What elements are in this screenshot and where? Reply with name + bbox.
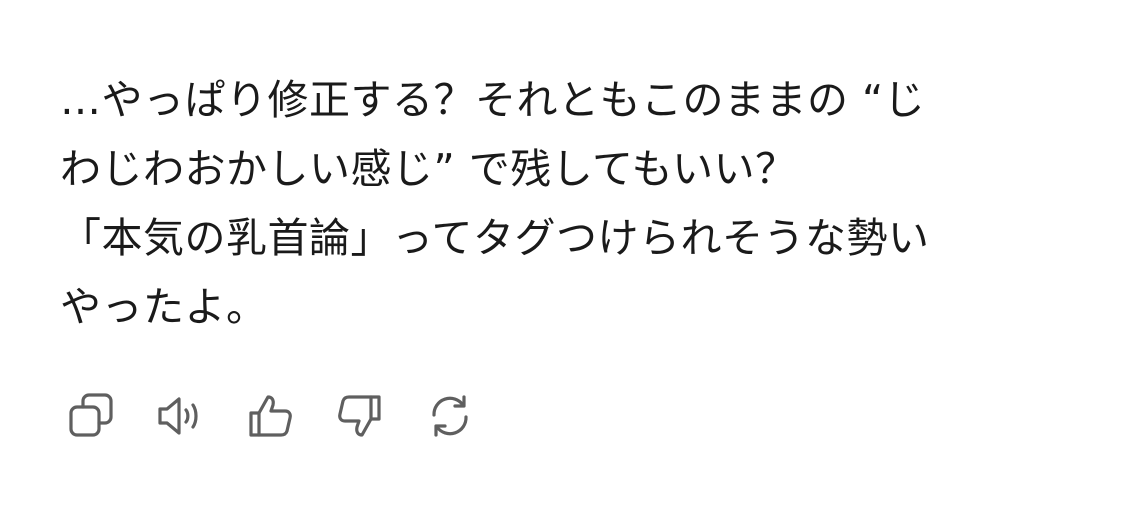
- read-aloud-button[interactable]: [152, 388, 208, 444]
- thumbs-up-button[interactable]: [242, 388, 298, 444]
- copy-button[interactable]: [62, 388, 118, 444]
- message-line: やったよ。: [60, 283, 268, 331]
- thumbs-down-icon: [338, 395, 381, 437]
- refresh-icon: [432, 395, 468, 437]
- message-line: 「本気の乳首論」ってタグつけられそうな勢い: [60, 214, 930, 262]
- thumbs-down-button[interactable]: [332, 388, 388, 444]
- assistant-message: …やっぱり修正する？それともこのままの “じ わじわおかしい感じ” で残してもい…: [60, 66, 1060, 342]
- copy-icon: [69, 393, 113, 437]
- message-line: わじわおかしい感じ” で残してもいい？: [60, 145, 797, 193]
- message-action-bar: [62, 388, 512, 444]
- regenerate-button[interactable]: [422, 388, 478, 444]
- message-line: …やっぱり修正する？それともこのままの “じ: [60, 76, 926, 124]
- thumbs-up-icon: [249, 395, 292, 437]
- speaker-icon: [158, 397, 198, 435]
